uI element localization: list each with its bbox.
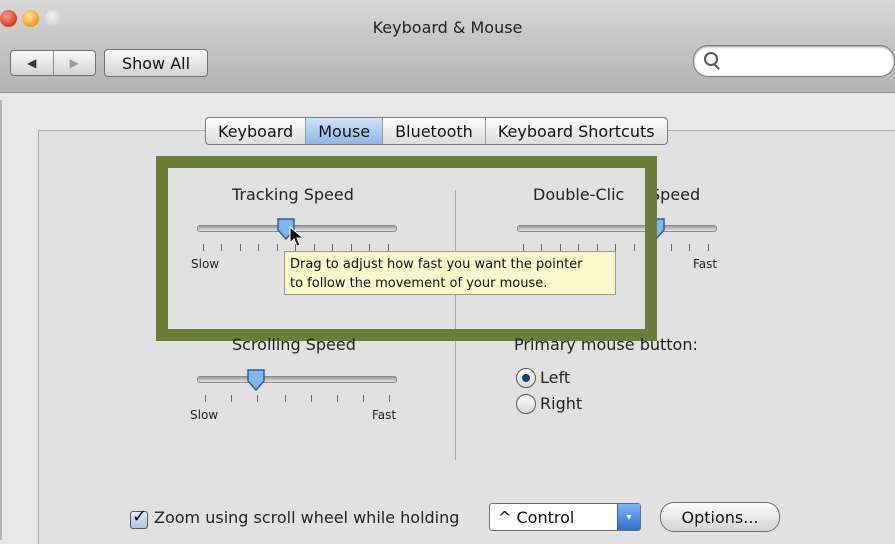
radio-right-label: Right: [540, 394, 583, 413]
tooltip-line-2: to follow the movement of your mouse.: [290, 276, 548, 291]
scrolling-speed-label: Scrolling Speed: [232, 335, 356, 354]
zoom-checkbox-label: Zoom using scroll wheel while holding: [154, 508, 460, 527]
checkmark-icon: ✓: [132, 506, 148, 527]
tab-keyboard[interactable]: Keyboard: [206, 118, 305, 144]
left-edge-divider: [0, 100, 6, 540]
search-icon: [704, 52, 718, 66]
modifier-key-value: ^ Control: [498, 508, 575, 527]
highlight-frame: [156, 156, 657, 341]
tooltip: Drag to adjust how fast you want the poi…: [284, 251, 616, 295]
radio-right[interactable]: [516, 394, 536, 414]
zoom-checkbox[interactable]: ✓: [130, 506, 148, 529]
back-arrow-icon: ◀: [27, 56, 37, 70]
double-click-speed-label-right: Speed: [650, 185, 701, 204]
tab-bluetooth[interactable]: Bluetooth: [382, 118, 485, 144]
scrolling-speed-thumb[interactable]: [246, 369, 266, 391]
primary-button-label: Primary mouse button:: [514, 335, 698, 354]
options-button[interactable]: Options...: [660, 502, 780, 532]
modifier-key-select[interactable]: ^ Control ▾: [489, 503, 641, 531]
forward-button[interactable]: ▶: [52, 51, 96, 75]
scrolling-slow-label: Slow: [190, 408, 219, 422]
tab-mouse[interactable]: Mouse: [305, 118, 383, 144]
tab-keyboard-shortcuts[interactable]: Keyboard Shortcuts: [484, 118, 667, 144]
radio-left[interactable]: [516, 368, 536, 388]
window-title: Keyboard & Mouse: [372, 18, 523, 37]
dropdown-arrows-icon: ▾: [617, 504, 640, 530]
scrolling-speed-slider[interactable]: [197, 376, 397, 383]
back-forward-group: ◀ ▶: [10, 50, 96, 76]
tab-bar: Keyboard Mouse Bluetooth Keyboard Shortc…: [205, 117, 668, 145]
scrolling-speed-ticks: [205, 395, 391, 403]
radio-left-label: Left: [540, 368, 571, 387]
forward-arrow-icon: ▶: [69, 56, 79, 70]
search-field[interactable]: [693, 45, 895, 77]
back-button[interactable]: ◀: [11, 51, 53, 75]
mouse-pointer-icon: [289, 226, 305, 247]
title-bar: Keyboard & Mouse ◀ ▶ Show All: [0, 0, 895, 93]
window: Keyboard & Mouse ◀ ▶ Show All Keyboard M…: [0, 0, 895, 544]
scrolling-fast-label: Fast: [372, 408, 397, 422]
show-all-button[interactable]: Show All: [104, 49, 208, 77]
search-input[interactable]: [724, 50, 878, 72]
tooltip-line-1: Drag to adjust how fast you want the poi…: [290, 257, 583, 272]
double-click-fast-label: Fast: [693, 257, 718, 271]
